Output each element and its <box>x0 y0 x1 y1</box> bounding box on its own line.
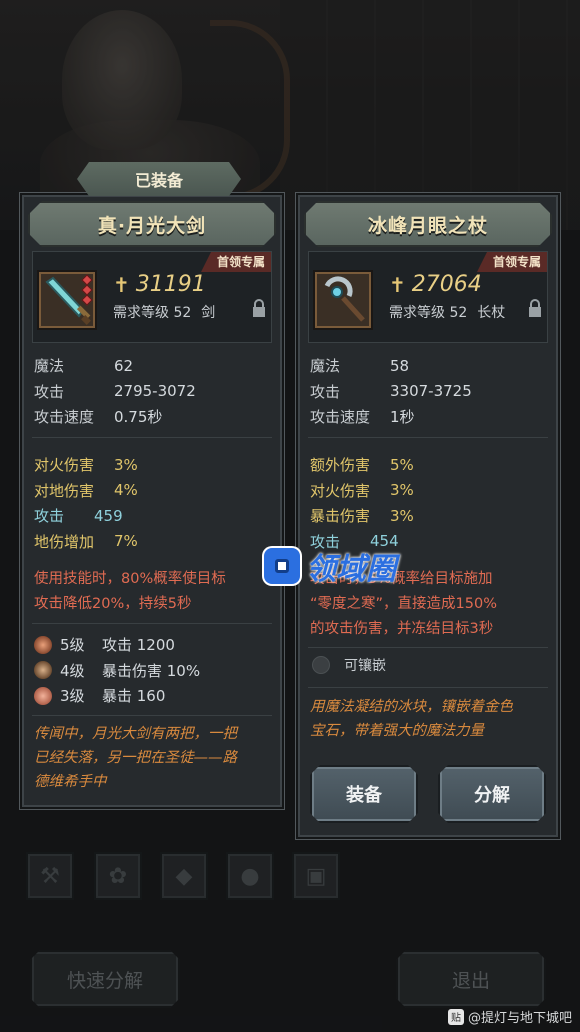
empty-socket-icon <box>312 656 330 674</box>
watermark: 领域圈 <box>264 544 396 588</box>
stat-row: 攻击速度 1秒 <box>310 408 415 427</box>
power-icon: ✝ <box>113 272 130 297</box>
divider <box>32 623 272 624</box>
power-value: 27064 <box>411 272 482 297</box>
stat-row: 暴击伤害 3% <box>310 506 414 526</box>
item-title: 冰峰月眼之杖 <box>304 201 552 247</box>
divider <box>308 437 548 438</box>
equipped-item-panel: 真·月光大剑 首领专属 ✝ 31191 需求等级 52 剑 魔法 62 攻击 2… <box>20 193 284 809</box>
staff-icon <box>313 270 373 330</box>
gem-icon <box>34 686 52 705</box>
socketed-gems: 5级 攻击 1200 4级 暴击伤害 10% 3级 暴击 160 <box>34 632 272 709</box>
boss-exclusive-badge: 首领专属 <box>200 252 271 272</box>
item-info-box: 首领专属 ✝ 31191 需求等级 52 剑 <box>32 251 272 343</box>
divider <box>308 647 548 648</box>
equipped-tab: 已装备 <box>77 162 241 196</box>
tieba-logo-icon: 贴 <box>447 1008 464 1025</box>
stat-row: 额外伤害 5% <box>310 455 414 475</box>
boss-exclusive-badge: 首领专属 <box>476 252 547 272</box>
item-title: 真·月光大剑 <box>28 201 276 247</box>
stat-row: 魔法 58 <box>310 356 410 376</box>
required-level: 需求等级 52 <box>113 305 192 321</box>
equip-button[interactable]: 装备 <box>310 765 418 823</box>
socket-label: 可镶嵌 <box>344 658 386 674</box>
required-level: 需求等级 52 <box>389 305 468 321</box>
bonus-stats: 额外伤害 5% 对火伤害 3% 暴击伤害 3% 攻击 454 <box>310 452 548 554</box>
stat-row: 攻击速度 0.75秒 <box>34 408 163 427</box>
power-row: ✝ 31191 <box>113 272 206 297</box>
item-info-box: 首领专属 ✝ 27064 需求等级 52 长杖 <box>308 251 548 343</box>
weapon-type: 长杖 <box>477 305 506 321</box>
dismantle-button[interactable]: 分解 <box>438 765 546 823</box>
watermark-logo-icon <box>264 548 300 584</box>
stat-row: 对火伤害 3% <box>310 481 414 500</box>
lock-icon[interactable] <box>527 298 543 318</box>
stat-row: 攻击 2795-3072 <box>34 382 196 401</box>
stat-row: 对地伤害 4% <box>34 481 138 500</box>
power-value: 31191 <box>135 272 206 297</box>
flavor-text: 传闻中，月光大剑有两把，一把 已经失落，另一把在圣徒——路 德维希手中 <box>34 726 237 790</box>
base-stats: 魔法 58 攻击 3307-3725 攻击速度 1秒 <box>310 353 548 430</box>
gem-icon <box>34 661 52 680</box>
stat-row: 魔法 62 <box>34 356 134 376</box>
flavor-text: 用魔法凝结的冰块，镶嵌着金色 宝石，带着强大的魔法力量 <box>310 699 513 739</box>
divider <box>32 437 272 438</box>
divider <box>308 687 548 688</box>
source-credit: 贴 @提灯与地下城吧 <box>447 1007 572 1026</box>
new-item-panel: 冰峰月眼之杖 首领专属 ✝ 27064 需求等级 52 长杖 魔法 58 攻击 33… <box>296 193 560 839</box>
stat-row: 攻击 459 <box>34 506 123 526</box>
socket-gems <box>81 274 93 306</box>
gem-row: 5级 攻击 1200 <box>34 632 272 658</box>
gem-icon <box>34 635 52 654</box>
power-icon: ✝ <box>389 272 406 297</box>
stat-row: 地伤增加 7% <box>34 532 138 551</box>
requirement-row: 需求等级 52 长杖 <box>389 302 505 322</box>
empty-socket-row: 可镶嵌 <box>312 655 386 675</box>
skill-description: 使用技能时，80%概率使目标 攻击降低20%，持续5秒 <box>34 571 226 612</box>
bonus-stats: 对火伤害 3% 对地伤害 4% 攻击 459 地伤增加 7% <box>34 452 272 554</box>
stat-row: 对火伤害 3% <box>34 455 138 475</box>
gem-row: 4级 暴击伤害 10% <box>34 658 272 684</box>
requirement-row: 需求等级 52 剑 <box>113 302 215 322</box>
gem-row: 3级 暴击 160 <box>34 683 272 709</box>
stat-row: 攻击 3307-3725 <box>310 382 472 401</box>
power-row: ✝ 27064 <box>389 272 482 297</box>
sword-icon <box>37 270 97 330</box>
lock-icon[interactable] <box>251 298 267 318</box>
divider <box>32 715 272 716</box>
weapon-type: 剑 <box>201 305 216 321</box>
base-stats: 魔法 62 攻击 2795-3072 攻击速度 0.75秒 <box>34 353 272 430</box>
